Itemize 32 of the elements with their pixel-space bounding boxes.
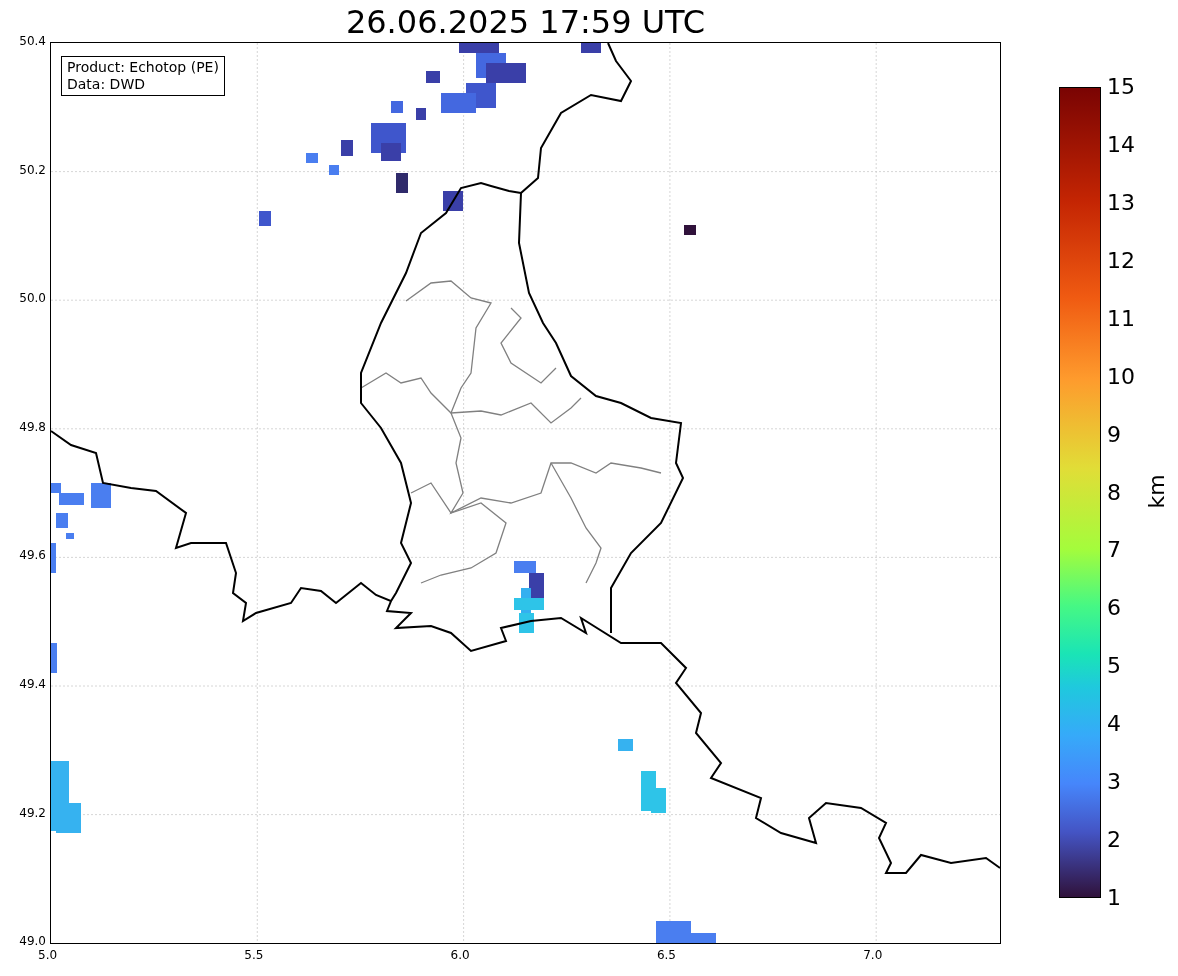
chart-title: 26.06.2025 17:59 UTC: [344, 2, 707, 42]
colorbar-tick-label: 2: [1107, 826, 1121, 855]
x-tick-label: 7.0: [863, 948, 883, 962]
x-tick-label: 6.5: [656, 948, 676, 962]
x-tick-label: 5.5: [244, 948, 264, 962]
colorbar-tick-label: 14: [1107, 130, 1135, 159]
y-tick-label: 49.2: [19, 805, 46, 820]
colorbar-tick-label: 7: [1107, 536, 1121, 565]
legend-text: Product: Echotop (PE): [67, 59, 219, 76]
colorbar-tick-label: 15: [1107, 73, 1135, 101]
x-tick-label: 6.0: [450, 948, 470, 962]
colorbar-tick-label: 12: [1107, 246, 1135, 275]
y-tick-label: 50.4: [19, 34, 46, 48]
colorbar-tick-label: 6: [1107, 594, 1121, 623]
y-tick-label: 49.6: [19, 548, 46, 563]
colorbar-tick-label: 3: [1107, 768, 1121, 797]
y-tick-label: 49.4: [19, 677, 46, 691]
colorbar-tick-label: 4: [1107, 710, 1121, 739]
colorbar-tick-label: 8: [1107, 478, 1121, 507]
colorbar-tick-label: 5: [1107, 652, 1121, 681]
y-tick-label: 49.8: [19, 419, 46, 434]
colorbar-tick-label: 11: [1107, 304, 1135, 333]
colorbar-tick-label: 10: [1107, 362, 1135, 391]
x-tick-label: 5.0: [38, 948, 58, 962]
colorbar-tick-label: 1: [1107, 884, 1121, 912]
legend-text: Data: DWD: [67, 76, 146, 93]
y-tick-label: 49.0: [19, 934, 46, 949]
colorbar-tick-label: 9: [1107, 420, 1121, 449]
y-tick-label: 50.2: [19, 162, 46, 177]
colorbar-label: km: [1143, 474, 1169, 509]
colorbar-tick-label: 13: [1107, 188, 1135, 217]
y-tick-label: 50.0: [19, 291, 46, 306]
